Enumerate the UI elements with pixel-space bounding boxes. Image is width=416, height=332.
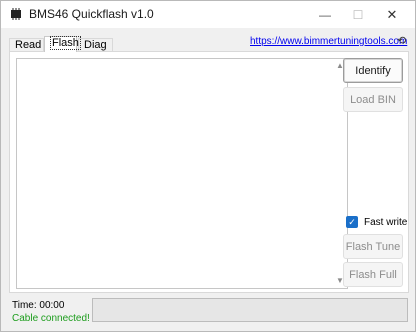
tab-read-label: Read [15, 39, 42, 51]
window-title: BMS46 Quickflash v1.0 [29, 7, 154, 21]
log-textarea[interactable]: ▲ ▼ [16, 58, 348, 289]
tab-flash[interactable]: Flash [44, 36, 81, 52]
title-bar[interactable]: BMS46 Quickflash v1.0 — ☐ ✕ [1, 1, 415, 28]
load-bin-button[interactable]: Load BIN [343, 87, 403, 112]
tab-flash-label: Flash [50, 36, 81, 50]
cable-status: Cable connected! [12, 313, 90, 324]
refresh-icon[interactable]: ⟲ [397, 34, 409, 47]
identify-button[interactable]: Identify [343, 58, 403, 83]
checkbox-checked-icon[interactable]: ✓ [346, 216, 358, 228]
flash-full-button[interactable]: Flash Full [343, 262, 403, 287]
maximize-button[interactable]: ☐ [339, 1, 377, 28]
close-icon: ✕ [386, 6, 398, 22]
close-button[interactable]: ✕ [373, 1, 411, 28]
maximize-icon: ☐ [352, 7, 364, 22]
chip-icon [11, 8, 21, 20]
fast-write-label: Fast write [364, 216, 408, 228]
flash-tab-panel: ▲ ▼ Identify Load BIN ✓ Fast write Flash… [9, 51, 409, 293]
flash-tune-button[interactable]: Flash Tune [343, 234, 403, 259]
progress-bar [92, 298, 408, 322]
minimize-icon: — [319, 7, 331, 22]
tab-read[interactable]: Read [9, 38, 44, 52]
website-link[interactable]: https://www.bimmertuningtools.com [250, 36, 407, 47]
app-window: BMS46 Quickflash v1.0 — ☐ ✕ Read Flash D… [0, 0, 416, 332]
status-area: Time: 00:00 Cable connected! [12, 299, 90, 325]
tab-diag-label: Diag [84, 39, 107, 51]
fast-write-checkbox[interactable]: ✓ Fast write [346, 215, 407, 229]
tab-diag[interactable]: Diag [78, 38, 113, 52]
time-label: Time: 00:00 [12, 300, 65, 311]
